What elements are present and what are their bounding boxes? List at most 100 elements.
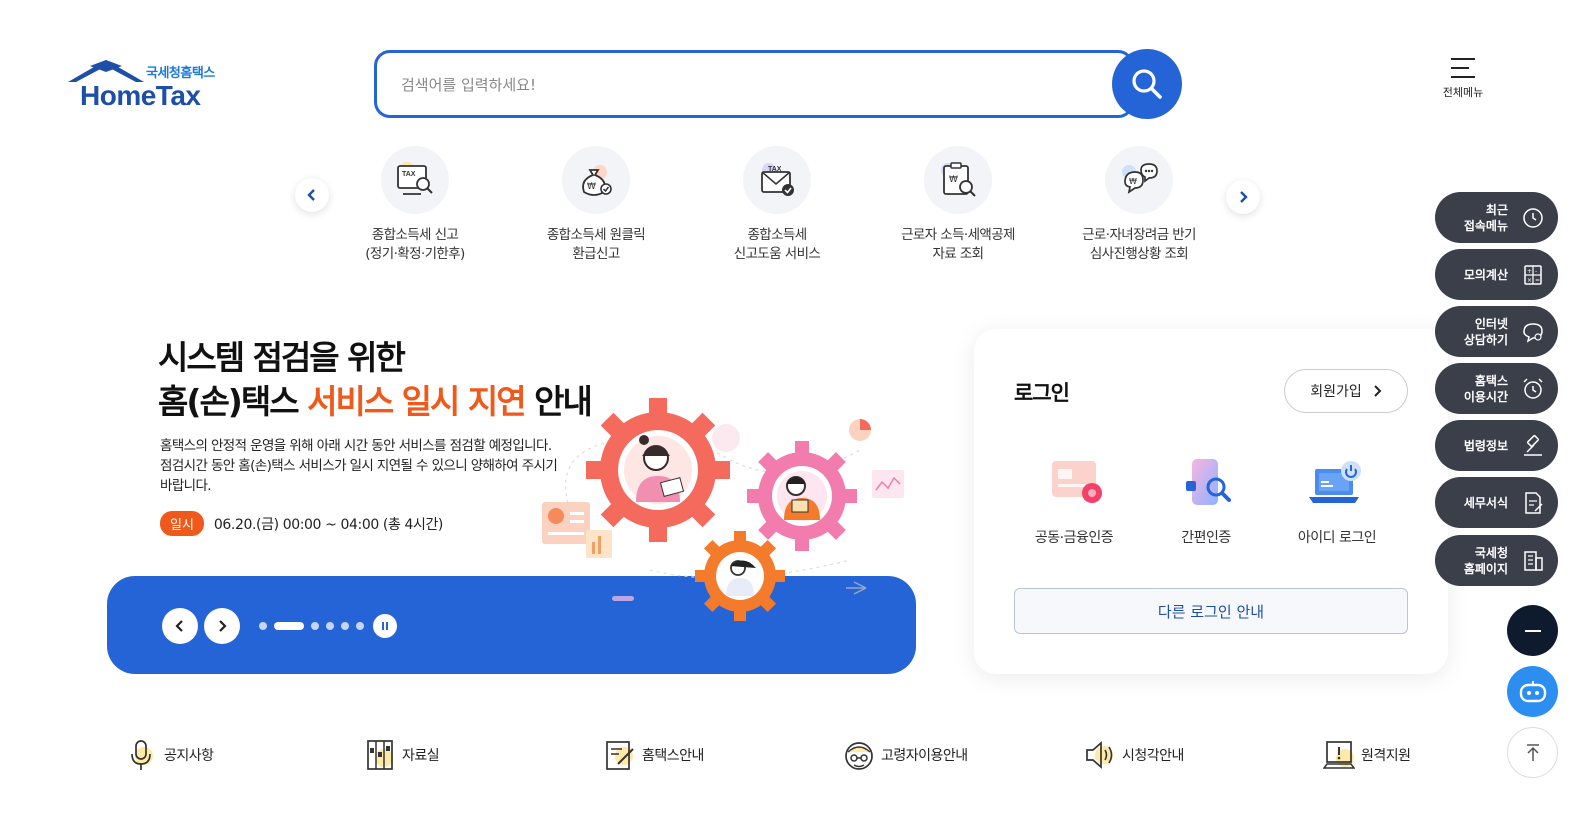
chevron-left-icon xyxy=(175,620,183,632)
banner-date-value: 06.20.(금) 00:00 ~ 04:00 (총 4시간) xyxy=(213,516,443,533)
pagination-dot-active[interactable] xyxy=(274,622,304,630)
banner-next-button[interactable] xyxy=(204,608,240,644)
bottom-link-hometax-guide[interactable]: 홈택스안내 xyxy=(604,738,704,772)
join-button[interactable]: 회원가입 xyxy=(1284,369,1408,413)
chevron-left-icon xyxy=(307,189,315,201)
chevron-right-icon xyxy=(219,620,227,632)
gavel-icon xyxy=(1524,435,1542,456)
banner-prev-button[interactable] xyxy=(162,608,198,644)
side-law-info[interactable]: 법령정보 xyxy=(1435,420,1558,471)
quick-next-button[interactable] xyxy=(1226,180,1260,214)
arrow-up-icon xyxy=(1526,743,1539,761)
banner-date-tag: 일시 xyxy=(160,511,204,536)
search-input[interactable] xyxy=(401,71,1081,99)
bottom-link-label: 고령자이용안내 xyxy=(881,748,968,764)
side-online-consult[interactable]: 인터넷 상담하기 xyxy=(1435,306,1558,357)
joint-financial-cert-login[interactable]: 공동·금융인증 xyxy=(1014,457,1134,547)
quick-service-line2: (정기·확정·기한후) xyxy=(365,246,465,262)
quick-service-line2: 환급신고 xyxy=(572,246,620,262)
side-label-line1: 세무서식 xyxy=(1463,495,1508,510)
microphone-icon xyxy=(131,740,153,770)
svg-text:₩: ₩ xyxy=(587,182,596,192)
banner-title-pre: 홈(손)택스 xyxy=(158,382,308,421)
svg-text:TAX: TAX xyxy=(768,166,782,173)
banner-title[interactable]: 시스템 점검을 위한 홈(손)택스 서비스 일시 지연 안내 xyxy=(158,336,593,424)
svg-text:+: + xyxy=(1527,268,1532,275)
svg-text:TAX: TAX xyxy=(402,171,416,178)
calculator-icon: + -× = xyxy=(1524,265,1542,285)
minus-icon xyxy=(1524,629,1541,632)
login-panel: 로그인 회원가입 공동·금융인증 간편인증 아이디 로그인 다른 로그인 안내 xyxy=(974,329,1448,674)
bottom-link-label: 원격지원 xyxy=(1361,748,1411,764)
side-label-line2: 이용시간 xyxy=(1463,389,1508,404)
quick-service-line2: 심사진행상황 조회 xyxy=(1089,246,1189,262)
id-login[interactable]: 아이디 로그인 xyxy=(1277,457,1397,547)
all-menu-button[interactable]: 전체메뉴 xyxy=(1432,58,1494,112)
banner-date: 일시 06.20.(금) 00:00 ~ 04:00 (총 4시간) xyxy=(160,511,443,536)
side-hometax-hours[interactable]: 홈택스 이용시간 xyxy=(1435,363,1558,414)
money-bag-icon: ₩ xyxy=(582,165,612,196)
other-login-guide-button[interactable]: 다른 로그인 안내 xyxy=(1014,588,1408,634)
search-icon xyxy=(1132,69,1162,99)
bottom-link-label: 자료실 xyxy=(402,748,440,764)
chevron-right-icon xyxy=(1374,385,1382,397)
side-tax-forms[interactable]: 세무서식 xyxy=(1435,477,1558,528)
banner-title-highlight: 서비스 일시 지연 xyxy=(307,382,526,421)
search-box xyxy=(374,50,1134,118)
quick-service-item[interactable]: TAX 종합소득세 신고도움 서비스 xyxy=(697,146,857,264)
alarm-clock-icon xyxy=(1523,378,1543,399)
bottom-link-senior-guide[interactable]: 고령자이용안내 xyxy=(843,738,968,772)
bottom-link-label: 공지사항 xyxy=(164,748,214,764)
hometax-logo[interactable]: 국세청홈택스 HomeTax xyxy=(66,58,228,114)
collapse-side-menu-button[interactable] xyxy=(1507,605,1558,656)
pagination-dot[interactable] xyxy=(356,622,364,630)
bottom-link-notice[interactable]: 공지사항 xyxy=(126,738,214,772)
heart-chat-icon: ₩ xyxy=(1122,163,1158,194)
bottom-link-av-guide[interactable]: 시청각안내 xyxy=(1084,738,1184,772)
simple-cert-login[interactable]: 간편인증 xyxy=(1146,457,1266,547)
clock-icon xyxy=(1523,208,1543,228)
svg-text:₩: ₩ xyxy=(1129,177,1137,186)
chevron-right-icon xyxy=(1240,191,1248,203)
archive-icon xyxy=(367,740,393,770)
side-label-line1: 법령정보 xyxy=(1463,438,1508,453)
scroll-top-button[interactable] xyxy=(1507,727,1558,778)
quick-service-item[interactable]: ₩ 종합소득세 원클릭 환급신고 xyxy=(516,146,676,264)
quick-service-item[interactable]: TAX 종합소득세 신고 (정기·확정·기한후) xyxy=(335,146,495,264)
all-menu-label: 전체메뉴 xyxy=(1442,86,1484,99)
side-nts-homepage[interactable]: 국세청 홈페이지 xyxy=(1435,535,1558,586)
pagination-dot[interactable] xyxy=(326,622,334,630)
svg-text:×: × xyxy=(1527,277,1532,284)
bottom-link-label: 시청각안내 xyxy=(1122,748,1184,764)
quick-prev-button[interactable] xyxy=(295,178,329,212)
side-label-line2: 상담하기 xyxy=(1463,332,1508,347)
quick-service-item[interactable]: ₩ 근로자 소득·세액공제 자료 조회 xyxy=(878,146,1038,264)
quick-service-line1: 종합소득세 원클릭 xyxy=(546,227,646,243)
side-mock-calc[interactable]: 모의계산 + - × = xyxy=(1435,249,1558,300)
pagination-dot[interactable] xyxy=(341,622,349,630)
logo-english-text: HomeTax xyxy=(80,80,201,111)
quick-service-item[interactable]: ₩ 근로·자녀장려금 반기 심사진행상황 조회 xyxy=(1059,146,1219,264)
bottom-link-label: 홈택스안내 xyxy=(642,748,704,764)
side-label-line1: 국세청 xyxy=(1474,545,1508,560)
banner-description: 홈택스의 안정적 운영을 위해 아래 시간 동안 서비스를 점검할 예정입니다.… xyxy=(160,438,558,494)
quick-service-line1: 근로·자녀장려금 반기 xyxy=(1082,227,1196,243)
login-option-label: 간편인증 xyxy=(1181,530,1231,546)
phone-search-icon xyxy=(1186,459,1231,505)
clipboard-search-icon: ₩ xyxy=(941,162,976,197)
search-button[interactable] xyxy=(1112,49,1182,119)
banner-pause-button[interactable] xyxy=(373,614,397,638)
banner-title-line1: 시스템 점검을 위한 xyxy=(158,338,406,377)
bottom-link-archive[interactable]: 자료실 xyxy=(364,738,440,772)
pagination-dot[interactable] xyxy=(259,622,267,630)
logo-korean-text: 국세청홈택스 xyxy=(146,66,215,81)
certificate-card-icon xyxy=(1052,461,1102,503)
login-title: 로그인 xyxy=(1014,381,1070,405)
chatbot-icon xyxy=(1519,680,1546,702)
bottom-link-remote-support[interactable]: 원격지원 xyxy=(1323,738,1411,772)
building-icon xyxy=(1524,551,1543,571)
side-recent-menu[interactable]: 최근 접속메뉴 xyxy=(1435,192,1558,243)
hometax-main-page: 국세청홈택스 HomeTax 전체메뉴 TAX xyxy=(0,0,1591,827)
chatbot-button[interactable] xyxy=(1507,666,1558,717)
pagination-dot[interactable] xyxy=(311,622,319,630)
